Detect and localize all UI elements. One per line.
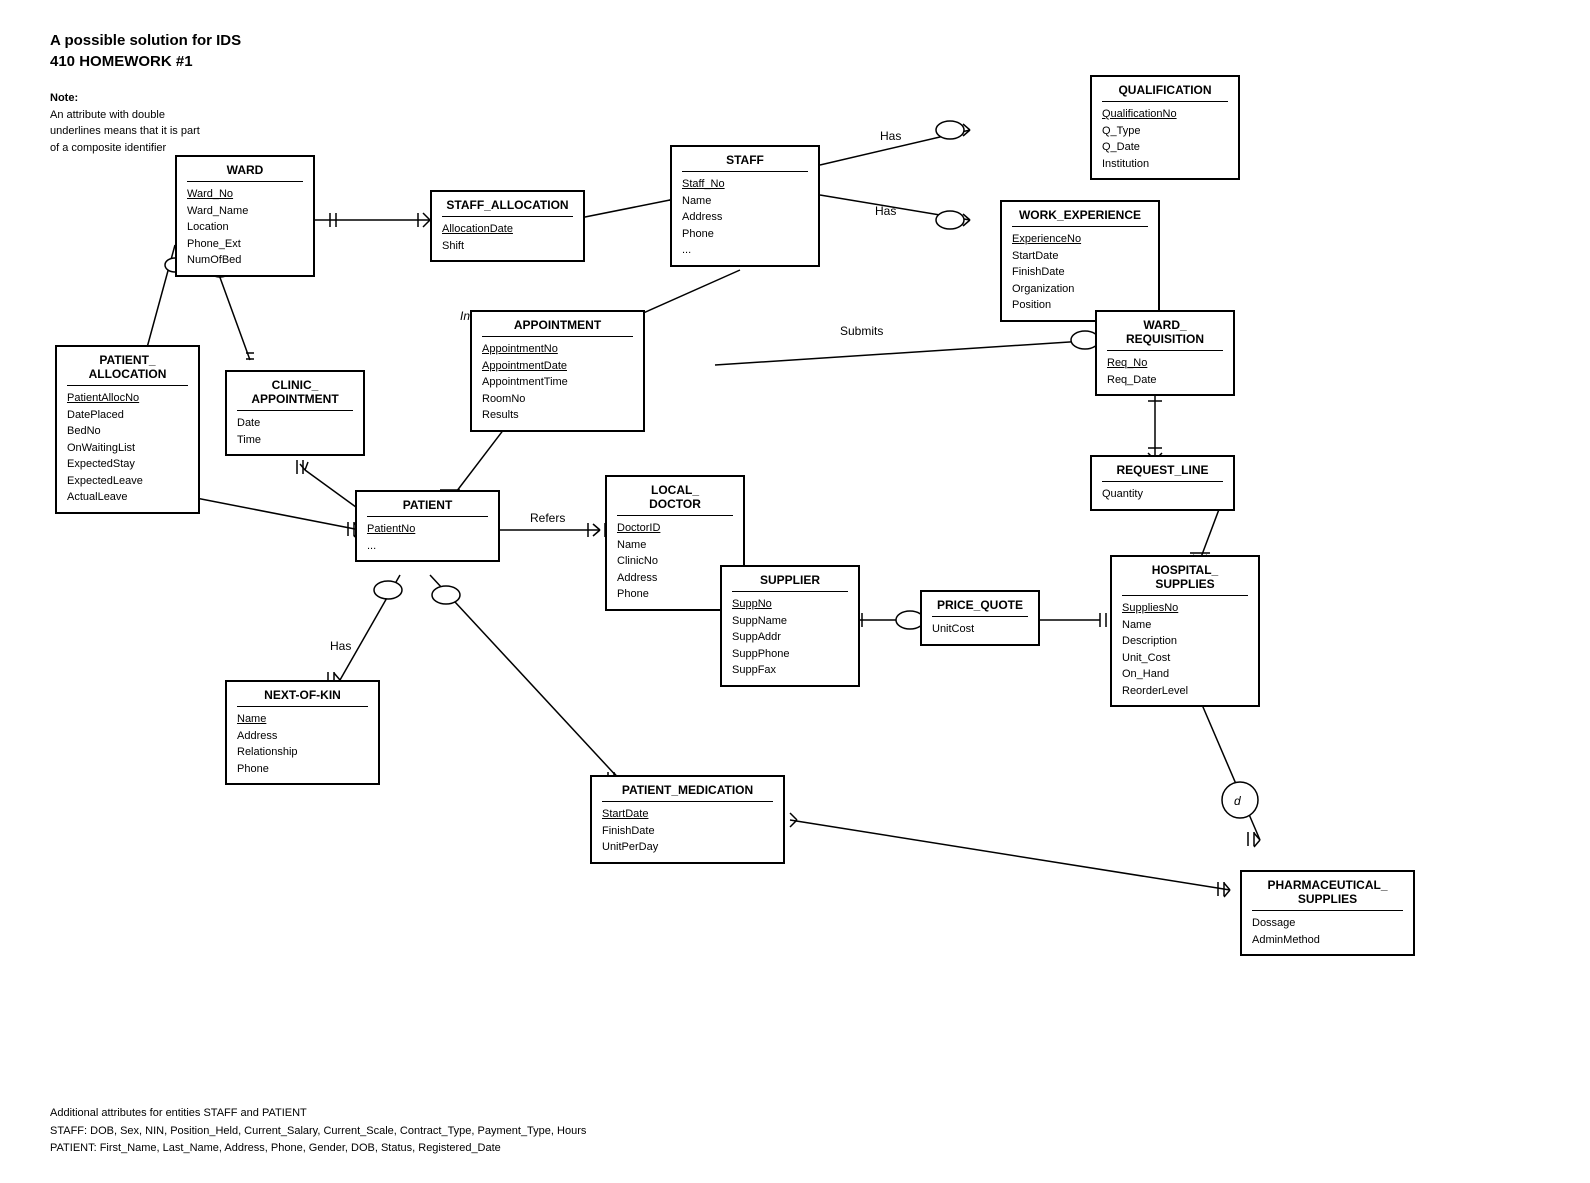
svg-text:Submits: Submits: [840, 324, 883, 338]
entity-patient: PATIENT PatientNo ...: [355, 490, 500, 562]
footer-note: Additional attributes for entities STAFF…: [50, 1105, 586, 1158]
entity-clinic-appointment: CLINIC_APPOINTMENT Date Time: [225, 370, 365, 456]
page-title: A possible solution for IDS 410 HOMEWORK…: [50, 30, 241, 72]
svg-text:Has: Has: [875, 204, 896, 218]
entity-pharmaceutical-supplies: PHARMACEUTICAL_SUPPLIES Dossage AdminMet…: [1240, 870, 1415, 956]
entity-appointment: APPOINTMENT AppointmentNo AppointmentDat…: [470, 310, 645, 432]
svg-text:Has: Has: [880, 129, 901, 143]
svg-text:Refers: Refers: [530, 511, 565, 525]
entity-work-experience: WORK_EXPERIENCE ExperienceNo StartDate F…: [1000, 200, 1160, 322]
entity-staff-allocation: STAFF_ALLOCATION AllocationDate Shift: [430, 190, 585, 262]
entity-hospital-supplies: HOSPITAL_SUPPLIES SuppliesNo Name Descri…: [1110, 555, 1260, 707]
entity-ward: WARD Ward_No Ward_Name Location Phone_Ex…: [175, 155, 315, 277]
entity-price-quote: PRICE_QUOTE UnitCost: [920, 590, 1040, 646]
svg-text:Has: Has: [330, 639, 351, 653]
entity-supplier: SUPPLIER SuppNo SuppName SuppAddr SuppPh…: [720, 565, 860, 687]
entity-request-line: REQUEST_LINE Quantity: [1090, 455, 1235, 511]
entity-patient-medication: PATIENT_MEDICATION StartDate FinishDate …: [590, 775, 785, 864]
entity-next-of-kin: NEXT-OF-KIN Name Address Relationship Ph…: [225, 680, 380, 785]
entity-patient-allocation: PATIENT_ALLOCATION PatientAllocNo DatePl…: [55, 345, 200, 514]
svg-text:d: d: [1234, 794, 1241, 808]
entity-ward-requisition: WARD_REQUISITION Req_No Req_Date: [1095, 310, 1235, 396]
entity-staff: STAFF Staff_No Name Address Phone ...: [670, 145, 820, 267]
entity-qualification: QUALIFICATION QualificationNo Q_Type Q_D…: [1090, 75, 1240, 180]
note-text: Note: An attribute with doubleunderlines…: [50, 90, 200, 156]
